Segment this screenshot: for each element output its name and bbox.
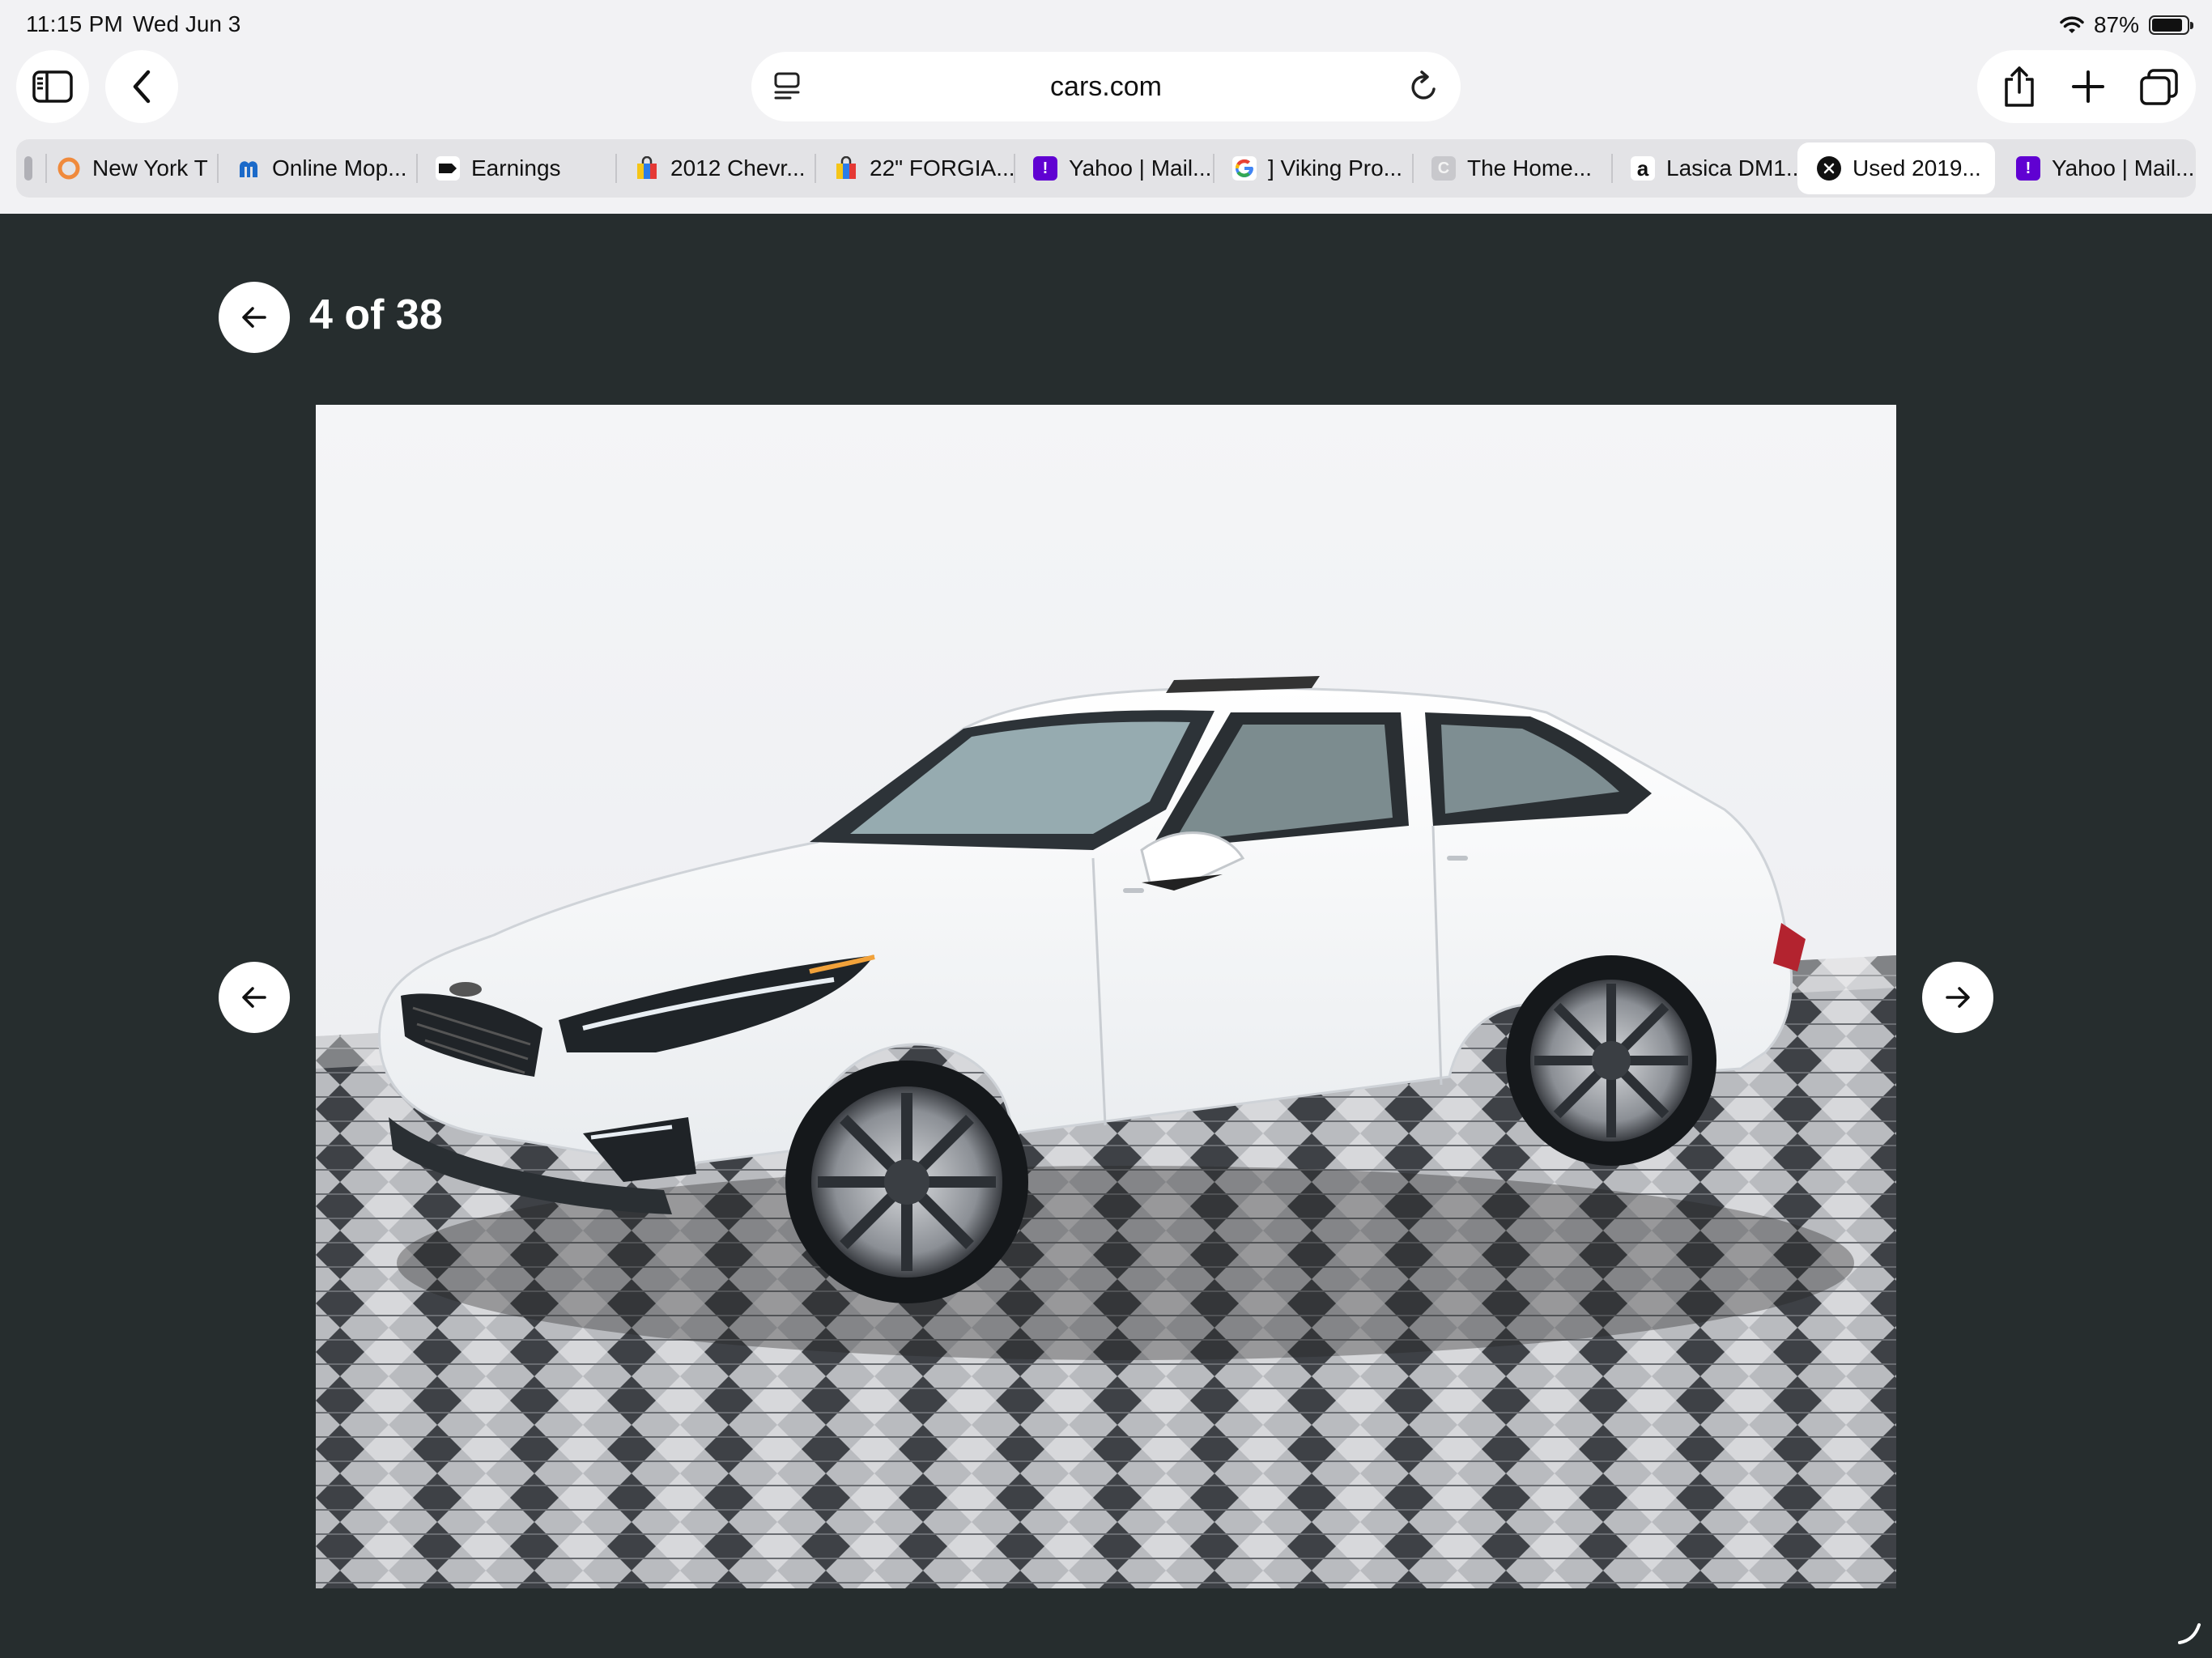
tab-earnings[interactable]: Earnings bbox=[416, 142, 615, 194]
battery-icon bbox=[2149, 15, 2193, 35]
google-icon bbox=[1232, 156, 1257, 181]
status-bar: 11:15 PM Wed Jun 3 87% bbox=[0, 0, 2212, 50]
close-icon[interactable] bbox=[1817, 156, 1841, 181]
status-indicators: 87% bbox=[2060, 11, 2193, 40]
tab-home-depot[interactable]: C The Home... bbox=[1412, 142, 1611, 194]
battery-percentage: 87% bbox=[2093, 12, 2139, 37]
status-time: 11:15 PM bbox=[26, 11, 124, 36]
tab-amazon[interactable]: a Lasica DM1... bbox=[1611, 142, 1810, 194]
yahoo-icon: ! bbox=[1033, 156, 1057, 181]
arrow-right-icon bbox=[1946, 987, 1970, 1008]
tab-viking[interactable]: ] Viking Pro... bbox=[1213, 142, 1412, 194]
reload-icon[interactable] bbox=[1407, 70, 1440, 108]
next-photo-button[interactable] bbox=[1922, 962, 1993, 1033]
tab-overview-icon[interactable] bbox=[2139, 68, 2180, 111]
tab-label: Online Mop... bbox=[272, 155, 407, 181]
tab-label: 2012 Chevr... bbox=[670, 155, 806, 181]
tab-label: Used 2019... bbox=[1853, 155, 1981, 181]
status-date: Wed Jun 3 bbox=[133, 11, 241, 36]
arrow-left-icon bbox=[242, 307, 266, 328]
toolbar-actions bbox=[1977, 50, 2196, 123]
rear-wheel bbox=[1506, 955, 1716, 1166]
bag-icon bbox=[635, 156, 659, 181]
scroll-indicator-icon bbox=[2176, 1622, 2204, 1650]
tab-yahoo-mail[interactable]: ! Yahoo | Mail... bbox=[1014, 142, 1213, 194]
tab-label: Lasica DM1... bbox=[1666, 155, 1806, 181]
tab-chevrolet[interactable]: 2012 Chevr... bbox=[615, 142, 815, 194]
tab-label: 22" FORGIA... bbox=[870, 155, 1014, 181]
back-button[interactable] bbox=[105, 50, 178, 123]
tab-new-york[interactable]: New York T bbox=[37, 142, 223, 194]
wifi-icon bbox=[2060, 15, 2084, 35]
bag-icon bbox=[834, 156, 858, 181]
front-wheel bbox=[785, 1061, 1028, 1303]
partial-icon bbox=[24, 156, 32, 181]
photo-gallery: 4 of 38 bbox=[0, 214, 2212, 1658]
tab-label: Earnings bbox=[471, 155, 561, 181]
battery-level bbox=[2152, 19, 2182, 32]
tag-icon bbox=[436, 156, 460, 181]
chevron-left-icon bbox=[133, 70, 151, 104]
tab-label: The Home... bbox=[1467, 155, 1593, 181]
c-icon: C bbox=[1431, 156, 1456, 181]
arrow-left-icon bbox=[242, 987, 266, 1008]
amazon-icon: a bbox=[1631, 156, 1655, 181]
car-image bbox=[316, 405, 1896, 1588]
car-photo bbox=[316, 405, 1896, 1588]
sidebar-toggle-button[interactable] bbox=[16, 50, 89, 123]
mopar-icon bbox=[236, 156, 261, 181]
share-icon[interactable] bbox=[2001, 65, 2037, 113]
tab-forgiato[interactable]: 22" FORGIA... bbox=[815, 142, 1014, 194]
photo-counter: 4 of 38 bbox=[309, 291, 443, 338]
circle-icon bbox=[57, 156, 81, 181]
tab-label: ] Viking Pro... bbox=[1268, 155, 1403, 181]
tab-label: Yahoo | Mail... bbox=[1069, 155, 1212, 181]
yahoo-icon: ! bbox=[2016, 156, 2040, 181]
new-tab-icon[interactable] bbox=[2071, 70, 2105, 108]
address-bar[interactable]: cars.com bbox=[751, 52, 1461, 121]
previous-photo-button[interactable] bbox=[219, 962, 290, 1033]
browser-toolbar: cars.com bbox=[0, 50, 2212, 139]
tab-used-2019-active[interactable]: Used 2019... bbox=[1797, 142, 1995, 194]
tab-strip: New York T Online Mop... Earnings 2012 C… bbox=[16, 139, 2196, 198]
gallery-back-button[interactable] bbox=[219, 282, 290, 353]
tab-yahoo-mail-2[interactable]: ! Yahoo | Mail... bbox=[1997, 142, 2196, 194]
sidebar-icon bbox=[32, 70, 73, 103]
url-text[interactable]: cars.com bbox=[751, 71, 1461, 103]
tab-label: New York T bbox=[92, 155, 208, 181]
tab-label: Yahoo | Mail... bbox=[2052, 155, 2195, 181]
tab-online-mopar[interactable]: Online Mop... bbox=[217, 142, 416, 194]
